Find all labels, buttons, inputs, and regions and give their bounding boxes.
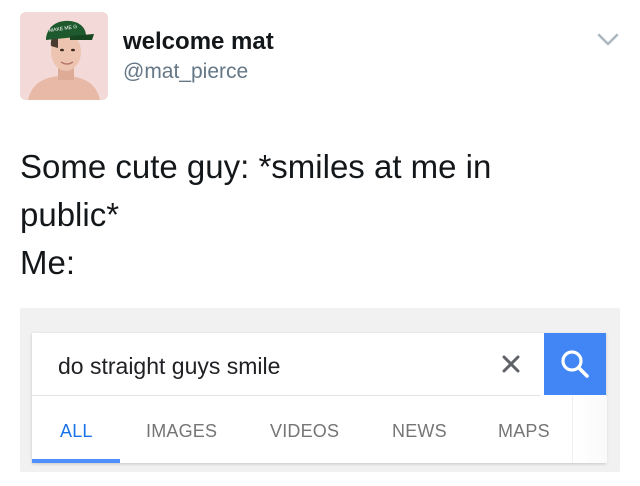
tweet-text: Some cute guy: *smiles at me in public* … (20, 143, 620, 287)
search-query: do straight guys smile (58, 353, 281, 379)
avatar[interactable]: MAKE ME G (20, 12, 108, 100)
search-widget: do straight guys smile ALL IMAGES VIDEOS… (32, 333, 607, 463)
tab-all[interactable]: ALL (60, 421, 93, 442)
tab-news[interactable]: NEWS (392, 421, 447, 442)
tweet-line: Me: (20, 244, 76, 281)
tab-scroll-fade (572, 396, 607, 463)
tab-videos[interactable]: VIDEOS (270, 421, 339, 442)
search-tabs: ALL IMAGES VIDEOS NEWS MAPS (32, 396, 607, 463)
user-handle[interactable]: @mat_pierce (123, 60, 248, 84)
tweet-line: public* (20, 196, 120, 233)
search-button[interactable] (544, 333, 606, 395)
chevron-down-icon[interactable] (596, 32, 620, 48)
search-icon (561, 350, 589, 378)
tab-maps[interactable]: MAPS (498, 421, 550, 442)
tweet-line: Some cute guy: *smiles at me in (20, 148, 492, 185)
search-input[interactable]: do straight guys smile (32, 333, 540, 396)
display-name[interactable]: welcome mat (123, 28, 274, 56)
active-tab-indicator (32, 459, 120, 463)
tab-images[interactable]: IMAGES (146, 421, 217, 442)
close-icon[interactable] (498, 351, 524, 377)
